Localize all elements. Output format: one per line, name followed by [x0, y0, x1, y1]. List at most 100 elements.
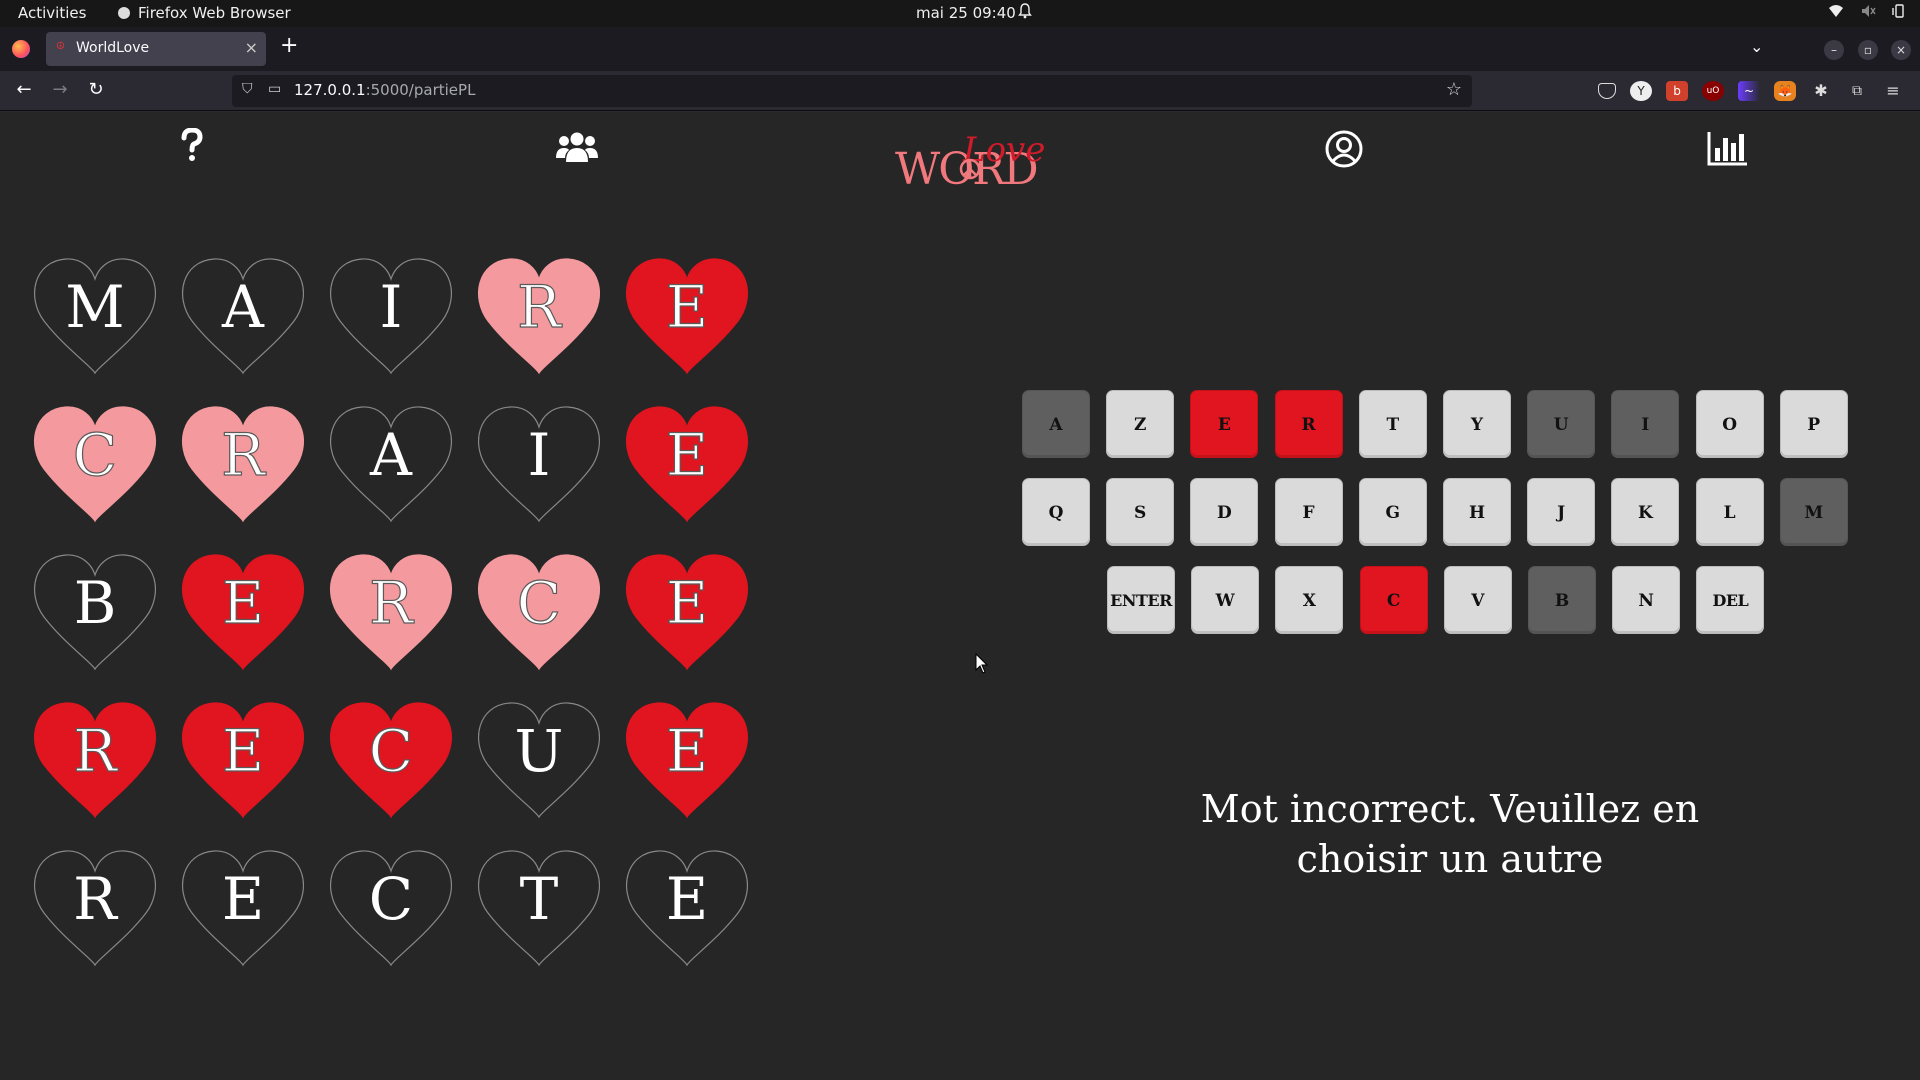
- key-n[interactable]: N: [1612, 566, 1681, 634]
- key-del[interactable]: DEL: [1696, 566, 1765, 634]
- grid-cell-letter: B: [73, 569, 117, 637]
- key-w[interactable]: W: [1191, 566, 1260, 634]
- key-z[interactable]: Z: [1106, 390, 1175, 458]
- key-h[interactable]: H: [1443, 478, 1511, 546]
- grid-cell-letter: R: [517, 272, 562, 341]
- extensions-puzzle-icon[interactable]: ⧉: [1846, 81, 1868, 101]
- key-j[interactable]: J: [1527, 478, 1596, 546]
- key-m[interactable]: M: [1779, 478, 1848, 546]
- key-enter[interactable]: ENTER: [1107, 566, 1175, 634]
- system-status-area[interactable]: [1828, 3, 1906, 23]
- key-t[interactable]: T: [1358, 390, 1427, 458]
- activities-button[interactable]: Activities: [18, 4, 86, 22]
- url-text[interactable]: 127.0.0.1:5000/partiePL: [294, 81, 475, 99]
- metamask-fox-icon[interactable]: 🦊: [1774, 81, 1796, 101]
- key-y[interactable]: Y: [1443, 390, 1511, 458]
- grid-cell-letter: C: [368, 716, 414, 785]
- grid-cell-letter: I: [527, 421, 551, 489]
- yoroi-extension-icon[interactable]: Y: [1630, 81, 1652, 101]
- key-r[interactable]: R: [1274, 390, 1343, 458]
- key-v[interactable]: V: [1443, 566, 1512, 634]
- app-menu[interactable]: Firefox Web Browser: [118, 4, 291, 22]
- error-message: Mot incorrect. Veuillez en choisir un au…: [1150, 784, 1750, 884]
- wordlove-logo[interactable]: WORD Love: [895, 118, 1045, 204]
- grid-cell: R: [474, 255, 604, 375]
- key-g[interactable]: G: [1358, 478, 1427, 546]
- key-k[interactable]: K: [1611, 478, 1680, 546]
- grid-cell-letter: R: [369, 568, 414, 637]
- minimize-window-icon[interactable]: –: [1824, 40, 1844, 60]
- stats-bar-chart-icon[interactable]: [1707, 130, 1749, 170]
- key-p[interactable]: P: [1779, 390, 1848, 458]
- wifi-icon: [1828, 3, 1844, 23]
- bookmark-star-icon[interactable]: ☆: [1446, 79, 1462, 100]
- tab-worldlove[interactable]: ☮ WorldLove ×: [46, 32, 266, 66]
- key-u[interactable]: U: [1527, 390, 1596, 458]
- new-tab-button[interactable]: +: [280, 35, 298, 57]
- url-path: :5000/partiePL: [365, 81, 476, 99]
- key-f[interactable]: F: [1274, 478, 1343, 546]
- key-b[interactable]: B: [1528, 566, 1596, 634]
- tab-strip: ☮ WorldLove × + ⌄ – ▫ ×: [0, 27, 1920, 71]
- system-top-bar: Activities Firefox Web Browser mai 25 09…: [0, 0, 1920, 27]
- key-x[interactable]: X: [1275, 566, 1344, 634]
- page-info-icon[interactable]: ▭: [268, 81, 281, 97]
- tracking-shield-icon[interactable]: ⛉: [242, 81, 253, 97]
- tab-close-icon[interactable]: ×: [245, 38, 258, 57]
- url-bar[interactable]: ⛉ ▭ 127.0.0.1:5000/partiePL ☆: [232, 75, 1472, 107]
- key-l[interactable]: L: [1695, 478, 1764, 546]
- key-s[interactable]: S: [1106, 478, 1175, 546]
- grid-cell-letter: C: [516, 568, 562, 637]
- key-c[interactable]: C: [1359, 566, 1428, 634]
- grid-cell: B: [30, 551, 160, 671]
- firefox-logo-icon[interactable]: [12, 40, 30, 58]
- grid-cell-letter: R: [221, 420, 266, 489]
- grid-cell-letter: C: [72, 420, 118, 489]
- forward-icon[interactable]: →: [48, 79, 72, 100]
- settings-cog-icon[interactable]: ✱: [1810, 81, 1832, 101]
- user-circle-icon[interactable]: [1325, 130, 1363, 172]
- power-icon: [1892, 3, 1906, 23]
- reload-icon[interactable]: ↻: [84, 79, 108, 100]
- grid-cell-letter: U: [514, 717, 564, 785]
- key-e[interactable]: E: [1190, 390, 1259, 458]
- grid-cell-letter: E: [665, 272, 709, 341]
- grid-cell: E: [622, 403, 752, 523]
- grid-cell-letter: R: [73, 716, 118, 785]
- grid-cell-letter: T: [519, 865, 559, 933]
- key-d[interactable]: D: [1190, 478, 1259, 546]
- list-all-tabs-chevron-icon[interactable]: ⌄: [1750, 37, 1763, 56]
- clock[interactable]: mai 25 09:40: [916, 4, 1016, 22]
- help-question-mark-icon[interactable]: [180, 127, 204, 166]
- ublock-origin-icon[interactable]: uO: [1702, 81, 1724, 101]
- hamburger-menu-icon[interactable]: ≡: [1882, 81, 1904, 101]
- grid-cell-letter: M: [65, 273, 125, 341]
- grid-cell-letter: I: [379, 273, 403, 341]
- close-window-icon[interactable]: ×: [1891, 40, 1911, 60]
- grid-cell-letter: E: [221, 568, 265, 637]
- app-name: Firefox Web Browser: [138, 4, 291, 22]
- key-q[interactable]: Q: [1022, 478, 1090, 546]
- key-i[interactable]: I: [1611, 390, 1680, 458]
- grid-cell: A: [326, 403, 456, 523]
- bitwarden-extension-icon[interactable]: b: [1666, 81, 1688, 101]
- grid-cell-letter: E: [221, 716, 265, 785]
- firefox-icon: [118, 7, 130, 19]
- volume-muted-icon: [1860, 3, 1876, 23]
- key-a[interactable]: A: [1022, 390, 1090, 458]
- back-icon[interactable]: ←: [12, 79, 36, 100]
- grid-cell: T: [474, 847, 604, 967]
- grid-cell: I: [474, 403, 604, 523]
- users-icon[interactable]: [556, 130, 598, 168]
- pocket-icon[interactable]: [1598, 83, 1616, 99]
- grid-cell: C: [326, 847, 456, 967]
- wave-extension-icon[interactable]: ~: [1738, 81, 1760, 101]
- grid-cell: E: [622, 847, 752, 967]
- grid-cell: C: [326, 699, 456, 819]
- navigation-bar: ← → ↻ ⛉ ▭ 127.0.0.1:5000/partiePL ☆ Y b …: [0, 71, 1920, 111]
- grid-cell: I: [326, 255, 456, 375]
- grid-cell: R: [326, 551, 456, 671]
- key-o[interactable]: O: [1695, 390, 1764, 458]
- restore-window-icon[interactable]: ▫: [1858, 40, 1878, 60]
- grid-cell: C: [474, 551, 604, 671]
